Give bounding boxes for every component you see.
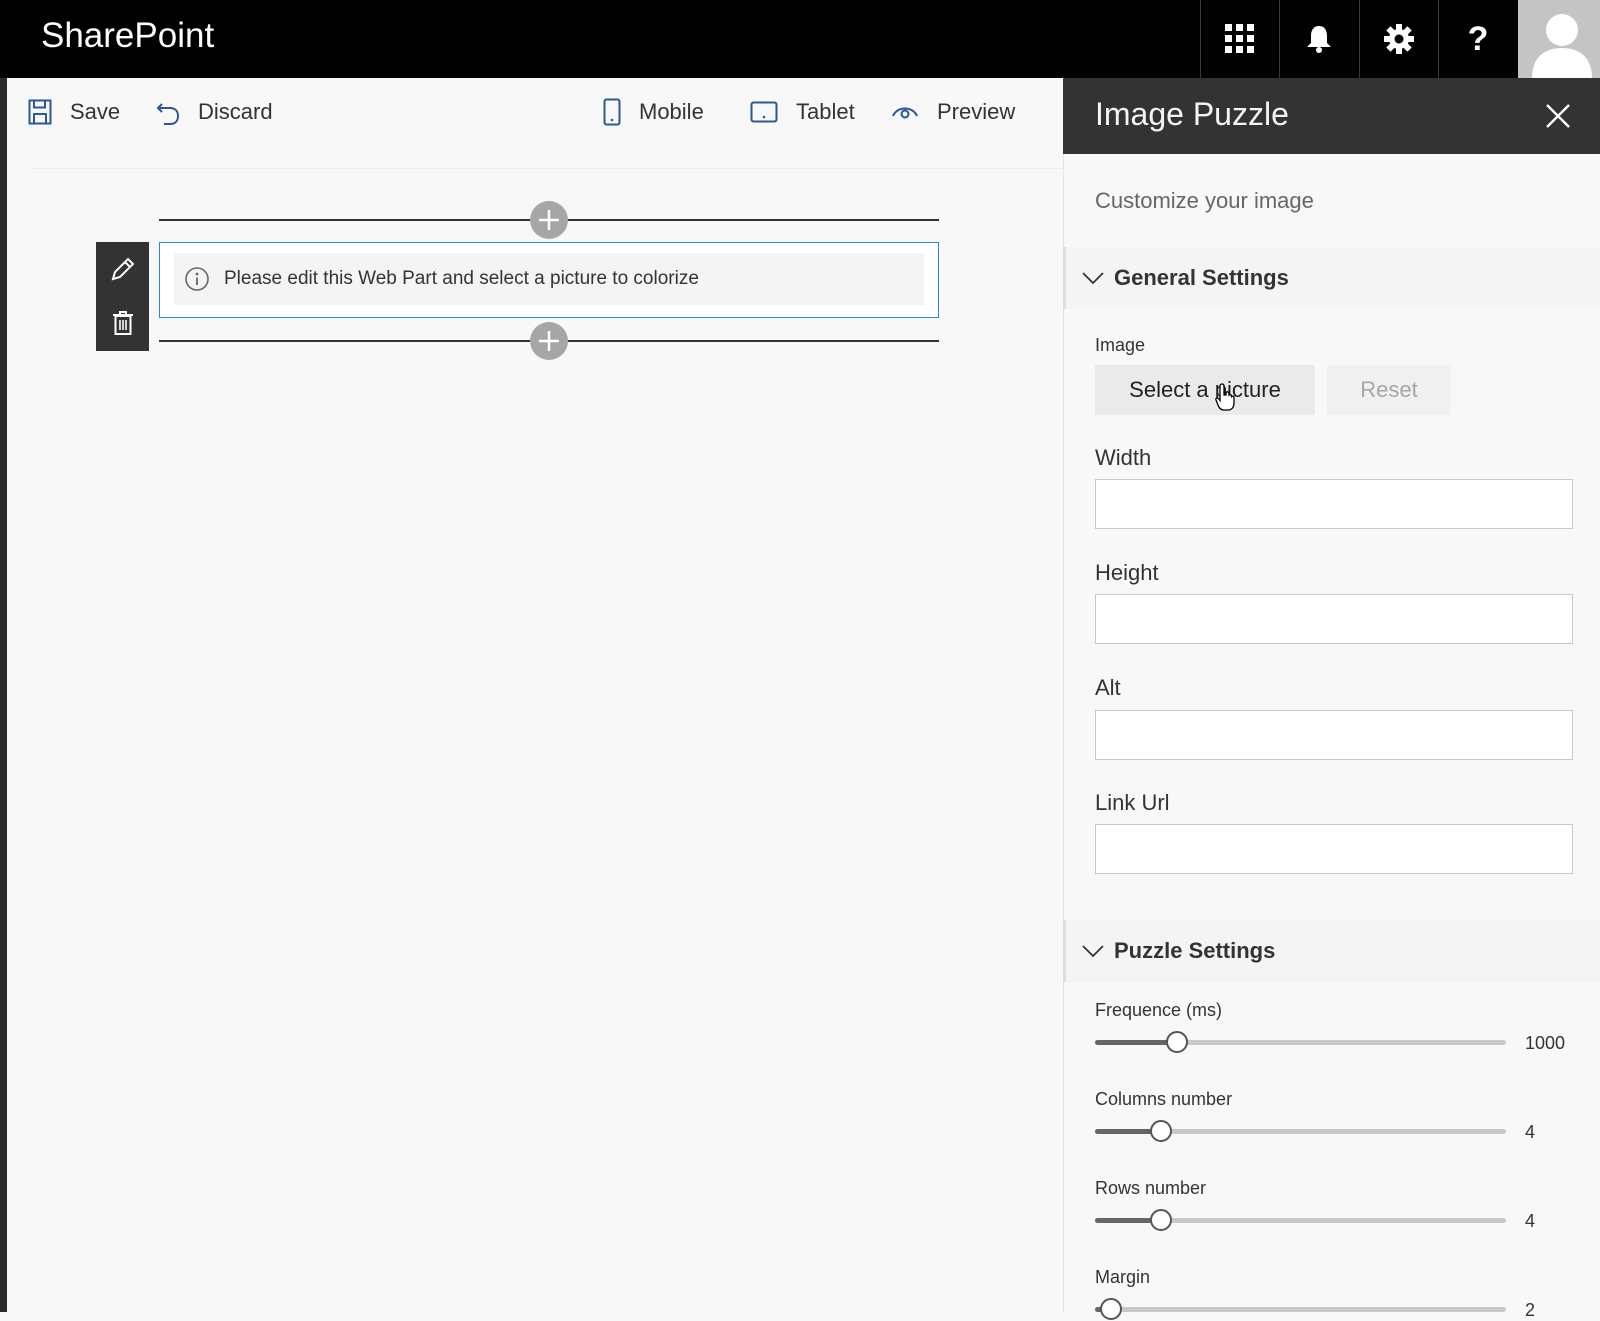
tablet-label: Tablet <box>796 99 855 124</box>
app-launcher-icon <box>1225 24 1254 53</box>
info-message-text: Please edit this Web Part and select a p… <box>224 268 699 289</box>
reset-button[interactable]: Reset <box>1327 365 1451 415</box>
alt-input[interactable] <box>1095 710 1573 760</box>
trash-icon <box>112 311 133 335</box>
general-settings-heading: General Settings <box>1114 265 1289 290</box>
property-pane-description: Customize your image <box>1095 188 1314 213</box>
width-label: Width <box>1095 445 1152 470</box>
notifications-button[interactable] <box>1279 0 1358 78</box>
frequence-slider-thumb[interactable] <box>1166 1031 1188 1053</box>
add-webpart-button-top[interactable] <box>530 201 568 239</box>
eye-icon <box>892 107 918 119</box>
height-label: Height <box>1095 560 1159 585</box>
frequence-label: Frequence (ms) <box>1095 1000 1223 1020</box>
select-picture-button[interactable]: Select a picture <box>1095 365 1315 415</box>
link-url-label: Link Url <box>1095 790 1170 815</box>
width-input[interactable] <box>1095 479 1573 529</box>
save-icon <box>28 99 52 125</box>
height-input[interactable] <box>1095 594 1573 644</box>
mobile-label: Mobile <box>639 99 704 124</box>
tablet-button[interactable]: Tablet <box>750 80 855 144</box>
alt-label: Alt <box>1095 675 1121 700</box>
help-button[interactable]: ? <box>1438 0 1517 78</box>
delete-webpart-button[interactable] <box>96 296 149 350</box>
link-url-input[interactable] <box>1095 824 1573 874</box>
margin-slider-track[interactable] <box>1095 1307 1506 1312</box>
hand-cursor-icon <box>1215 383 1235 411</box>
rows-slider-thumb[interactable] <box>1150 1209 1172 1231</box>
columns-slider-thumb[interactable] <box>1150 1120 1172 1142</box>
gear-icon <box>1384 24 1414 54</box>
bell-icon <box>1307 26 1331 53</box>
add-webpart-button-bottom[interactable] <box>530 322 568 360</box>
rows-label: Rows number <box>1095 1178 1207 1198</box>
chevron-down-icon <box>1082 272 1104 285</box>
margin-slider-thumb[interactable] <box>1100 1298 1122 1320</box>
mobile-button[interactable]: Mobile <box>603 80 704 144</box>
undo-icon <box>156 103 180 125</box>
window-edge <box>0 78 7 1312</box>
close-pane-button[interactable] <box>1538 96 1578 136</box>
property-pane-title: Image Puzzle <box>1095 96 1289 132</box>
image-label: Image <box>1095 335 1146 355</box>
chevron-down-icon <box>1082 945 1104 958</box>
preview-label: Preview <box>937 99 1016 124</box>
plus-icon <box>539 331 559 351</box>
frequence-slider-fill <box>1095 1040 1177 1045</box>
settings-button[interactable] <box>1359 0 1438 78</box>
preview-button[interactable]: Preview <box>891 80 1015 144</box>
close-icon <box>1546 104 1570 128</box>
app-launcher-button[interactable] <box>1200 0 1279 78</box>
puzzle-settings-heading: Puzzle Settings <box>1114 938 1276 963</box>
person-icon <box>1532 14 1592 78</box>
save-button[interactable]: Save <box>28 80 120 144</box>
info-message-bar: Please edit this Web Part and select a p… <box>174 253 924 305</box>
discard-button[interactable]: Discard <box>156 80 273 144</box>
help-icon: ? <box>1467 19 1489 58</box>
columns-label: Columns number <box>1095 1089 1233 1109</box>
info-icon <box>185 267 209 291</box>
plus-icon <box>539 210 559 230</box>
margin-value: 2 <box>1525 1300 1536 1320</box>
pencil-icon <box>111 257 134 281</box>
user-avatar[interactable] <box>1518 0 1600 78</box>
discard-label: Discard <box>198 99 273 124</box>
tablet-icon <box>750 101 778 123</box>
margin-label: Margin <box>1095 1267 1151 1287</box>
columns-value: 4 <box>1525 1122 1536 1142</box>
save-label: Save <box>70 99 121 124</box>
general-settings-group[interactable]: General Settings <box>1063 247 1600 309</box>
rows-value: 4 <box>1525 1211 1536 1231</box>
puzzle-settings-group[interactable]: Puzzle Settings <box>1063 920 1600 982</box>
edit-webpart-button[interactable] <box>96 242 149 296</box>
frequence-value: 1000 <box>1525 1033 1566 1053</box>
app-brand[interactable]: SharePoint <box>41 16 214 56</box>
mobile-icon <box>603 98 621 126</box>
